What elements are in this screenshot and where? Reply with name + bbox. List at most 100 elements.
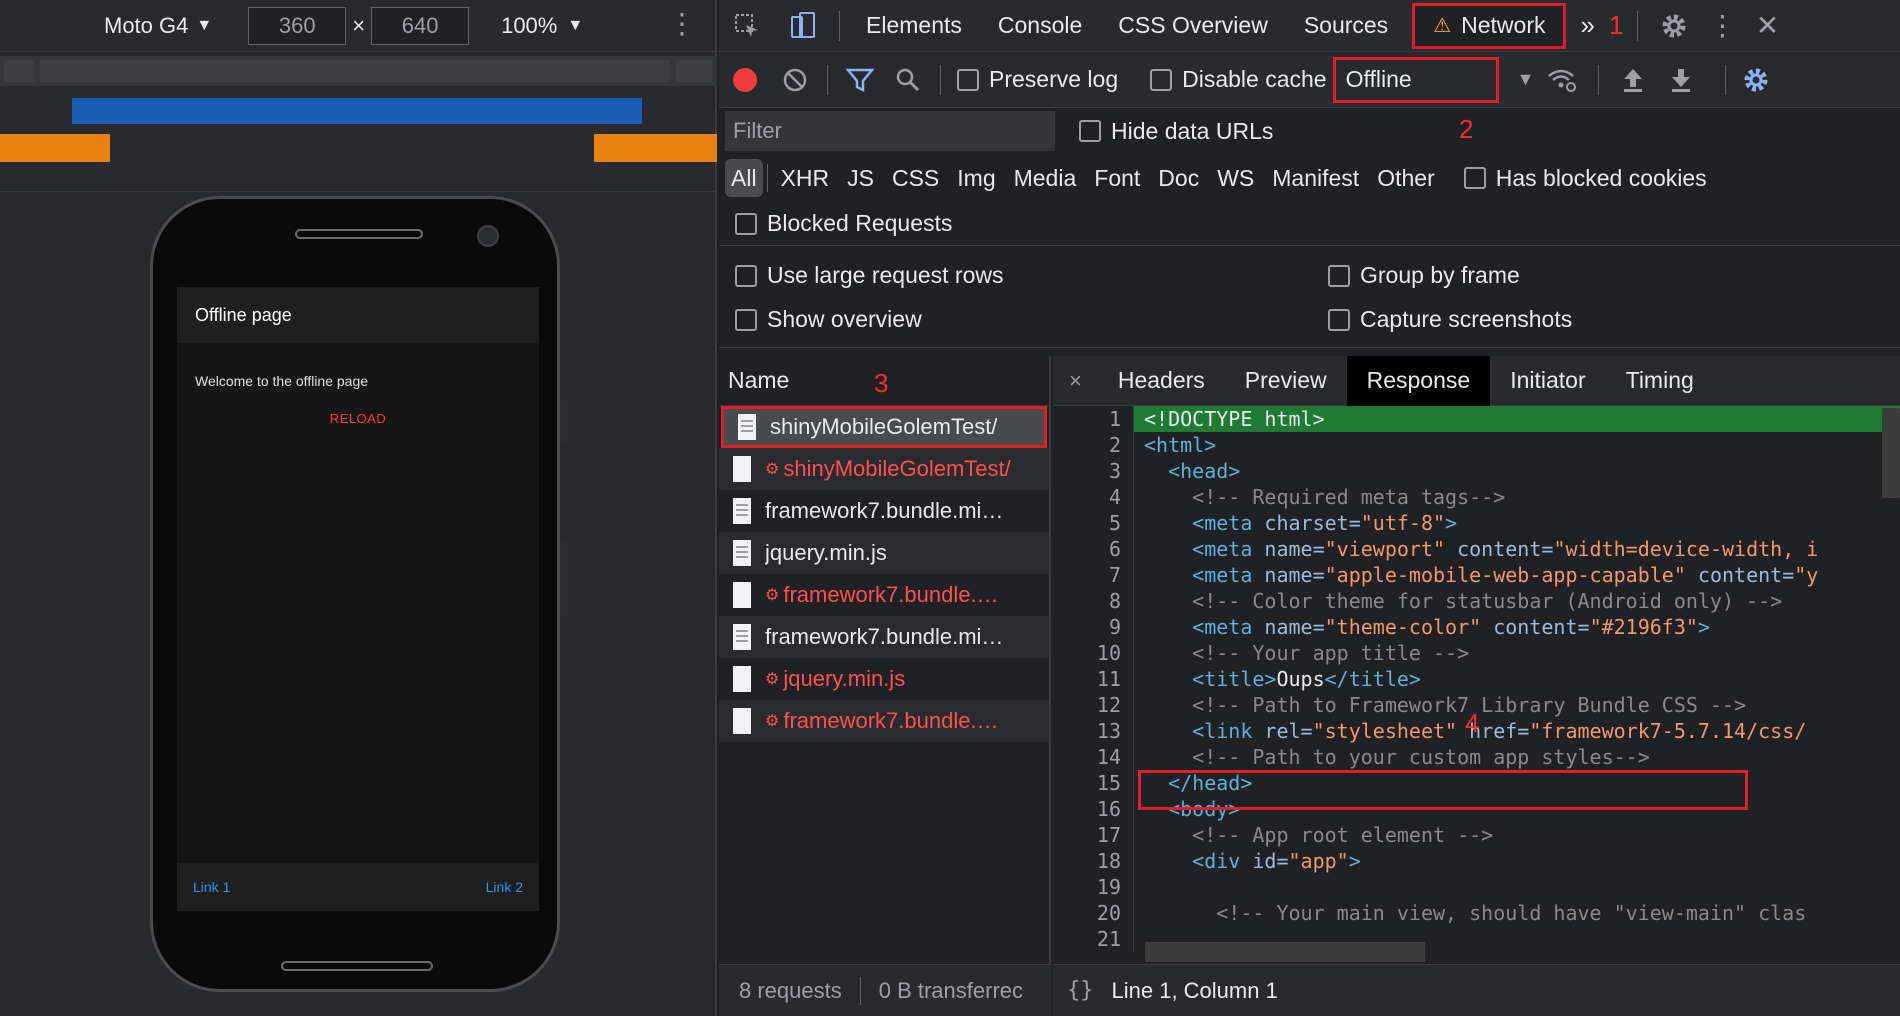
request-row[interactable]: ⚙ framework7.bundle.… [719, 574, 1049, 616]
tab-initiator[interactable]: Initiator [1490, 356, 1605, 406]
divider [859, 976, 861, 1005]
device-emulation-pane: Moto G4 ▼ 360 × 640 100% ▼ ⋮ Offline pag… [0, 0, 717, 1016]
line-number: 16 [1096, 797, 1121, 821]
close-devtools-icon[interactable]: ✕ [1742, 0, 1792, 52]
device-toggle-icon[interactable] [775, 0, 831, 52]
code-token: <!-- Your main view, should have "view-m… [1216, 901, 1807, 925]
media-bar-orange[interactable] [0, 134, 110, 162]
reload-button[interactable]: RELOAD [177, 411, 539, 426]
request-row[interactable]: ⚙ framework7.bundle.… [719, 700, 1049, 742]
checkbox-box [1328, 264, 1350, 287]
pretty-print-icon[interactable]: {} [1067, 978, 1094, 1003]
code-line: 8 <!-- Color theme for statusbar (Androi… [1053, 588, 1900, 614]
line-number: 15 [1096, 771, 1121, 795]
preserve-log-checkbox[interactable]: Preserve log [957, 66, 1118, 93]
type-filter-js[interactable]: JS [838, 159, 883, 197]
filter-icon[interactable] [836, 54, 884, 106]
type-filter-xhr[interactable]: XHR [772, 159, 839, 197]
tab-console[interactable]: Console [980, 0, 1100, 52]
inspect-element-icon[interactable] [719, 0, 775, 52]
export-har-icon[interactable] [1659, 54, 1703, 106]
show-overview-checkbox[interactable]: Show overview [735, 306, 922, 333]
type-filter-font[interactable]: Font [1085, 159, 1149, 197]
horizontal-scrollbar[interactable] [1145, 942, 1425, 962]
close-details-icon[interactable]: × [1053, 368, 1098, 394]
media-bar-seg[interactable] [4, 60, 34, 82]
request-row[interactable]: framework7.bundle.mi… [719, 616, 1049, 658]
type-filter-img[interactable]: Img [948, 159, 1004, 197]
vertical-scrollbar[interactable] [1882, 408, 1900, 498]
request-row[interactable]: jquery.min.js [719, 532, 1049, 574]
file-icon [733, 624, 751, 650]
tab-elements[interactable]: Elements [848, 0, 980, 52]
type-filter-other[interactable]: Other [1368, 159, 1444, 197]
import-har-icon[interactable] [1607, 54, 1659, 106]
tab-preview[interactable]: Preview [1225, 356, 1347, 406]
caret-down-icon: ▼ [567, 16, 584, 34]
media-bar-seg[interactable] [40, 60, 670, 82]
height-input[interactable]: 640 [371, 6, 470, 45]
throttling-dropdown-icon[interactable]: ▼ [1517, 69, 1535, 90]
code-token: <div [1192, 849, 1253, 873]
large-rows-checkbox[interactable]: Use large request rows [735, 262, 1004, 289]
settings-gear-icon[interactable] [1646, 0, 1702, 52]
tab-css-overview[interactable]: CSS Overview [1100, 0, 1286, 52]
clear-icon[interactable] [771, 54, 819, 106]
code-token: name= [1264, 563, 1325, 587]
media-bar-orange[interactable] [594, 134, 717, 162]
caret-down-icon: ▼ [196, 16, 213, 34]
code-token: > [1697, 615, 1710, 639]
type-filter-doc[interactable]: Doc [1149, 159, 1208, 197]
media-bar-blue[interactable] [72, 98, 642, 124]
zoom-select[interactable]: 100% ▼ [501, 13, 583, 39]
code-line: 1 <!DOCTYPE html> [1053, 406, 1900, 432]
code-token: <title> [1192, 667, 1277, 691]
name-column-header[interactable]: Name 3 [719, 356, 1049, 406]
tab-headers[interactable]: Headers [1098, 356, 1225, 406]
hide-data-urls-checkbox[interactable]: Hide data URLs [1079, 118, 1273, 145]
group-by-frame-checkbox[interactable]: Group by frame [1328, 262, 1520, 289]
type-filter-manifest[interactable]: Manifest [1263, 159, 1368, 197]
search-icon[interactable] [884, 54, 932, 106]
dimension-separator: × [352, 12, 366, 38]
device-select[interactable]: Moto G4 ▼ [104, 13, 212, 39]
throttling-select[interactable]: Offline [1332, 56, 1499, 103]
type-filter-all[interactable]: All [725, 159, 763, 197]
tab-timing[interactable]: Timing [1606, 356, 1714, 406]
has-blocked-cookies-checkbox[interactable]: Has blocked cookies [1463, 165, 1707, 192]
annotation-1: 1 [1608, 10, 1624, 40]
group-by-frame-label: Group by frame [1360, 262, 1520, 288]
type-filter-media[interactable]: Media [1005, 159, 1086, 197]
line-number: 14 [1096, 745, 1121, 769]
more-tabs-icon[interactable]: » [1566, 0, 1608, 52]
filter-input[interactable]: Filter [725, 111, 1055, 151]
width-input[interactable]: 360 [248, 6, 347, 45]
code-token: "stylesheet" [1312, 719, 1458, 743]
tab-sources[interactable]: Sources [1286, 0, 1406, 52]
type-filter-ws[interactable]: WS [1208, 159, 1263, 197]
response-source[interactable]: 1 <!DOCTYPE html> 2 <html> 3 <head> 4 <!-- Re… [1053, 406, 1900, 964]
request-row[interactable]: shinyMobileGolemTest/ [721, 406, 1047, 448]
blocked-requests-checkbox[interactable]: Blocked Requests [735, 210, 952, 237]
type-filter-css[interactable]: CSS [883, 159, 948, 197]
disable-cache-label: Disable cache [1182, 66, 1327, 92]
disable-cache-checkbox[interactable]: Disable cache [1150, 66, 1327, 93]
request-row[interactable]: ⚙ shinyMobileGolemTest/ [719, 448, 1049, 490]
more-options-icon[interactable]: ⋮ [668, 10, 696, 38]
media-bar-seg[interactable] [676, 60, 712, 82]
network-settings-icon[interactable] [1734, 54, 1778, 106]
tab-network[interactable]: ⚠ Network [1412, 2, 1567, 49]
tab-response[interactable]: Response [1346, 355, 1491, 406]
app-toolbar: Link 1 Link 2 [177, 863, 539, 911]
network-conditions-icon[interactable] [1534, 54, 1590, 106]
request-row[interactable]: framework7.bundle.mi… [719, 490, 1049, 532]
link-1[interactable]: Link 1 [193, 879, 230, 895]
customize-menu-icon[interactable]: ⋮ [1702, 0, 1742, 52]
file-icon [733, 582, 751, 608]
link-2[interactable]: Link 2 [486, 879, 523, 895]
request-row[interactable]: ⚙ jquery.min.js [719, 658, 1049, 700]
code-token: "y [1794, 563, 1819, 587]
record-icon[interactable] [719, 54, 771, 106]
capture-screenshots-checkbox[interactable]: Capture screenshots [1328, 306, 1572, 333]
